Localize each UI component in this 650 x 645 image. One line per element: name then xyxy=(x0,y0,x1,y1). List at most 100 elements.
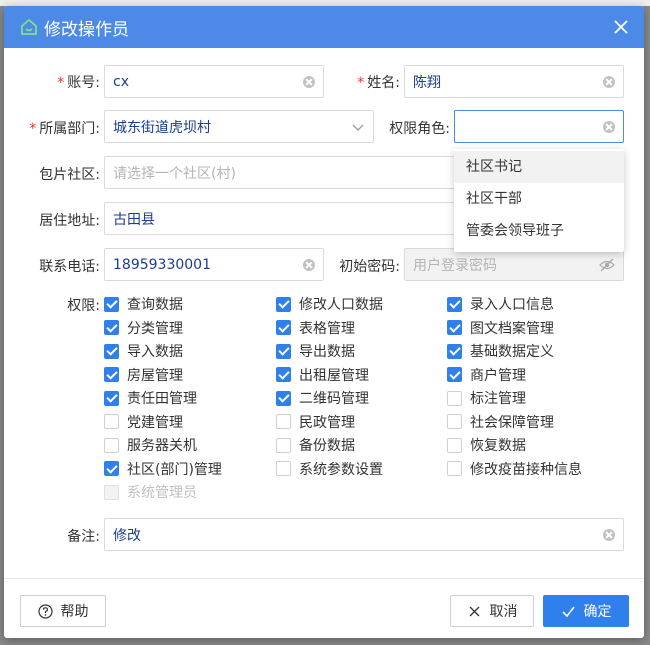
phone-field[interactable]: 18959330001 xyxy=(104,248,324,281)
community-select[interactable]: 请选择一个社区(村) xyxy=(104,156,474,189)
permission-label: 社区(部门)管理 xyxy=(127,461,222,478)
permission-checkbox[interactable]: 社会保障管理 xyxy=(447,412,554,432)
checkbox-checked-icon xyxy=(447,320,462,335)
role-select[interactable] xyxy=(454,110,624,143)
house-icon xyxy=(20,18,38,36)
checkbox-checked-icon xyxy=(104,343,119,359)
role-option[interactable]: 社区干部 xyxy=(454,183,624,215)
checkbox-empty-icon xyxy=(276,414,291,429)
permission-label: 二维码管理 xyxy=(299,391,369,407)
help-label: 帮助 xyxy=(60,604,89,620)
checkbox-checked-icon xyxy=(104,461,119,476)
permission-checkbox[interactable]: 修改疫苗接种信息 xyxy=(447,459,582,479)
permission-label: 系统参数设置 xyxy=(299,461,383,478)
permission-label: 房屋管理 xyxy=(127,367,183,384)
account-field[interactable]: cx xyxy=(104,65,324,98)
name-field[interactable]: 陈翔 xyxy=(404,65,624,98)
dialog-title: 修改操作员 xyxy=(44,19,129,40)
permission-label: 服务器关机 xyxy=(127,438,197,454)
permission-checkbox[interactable]: 出租屋管理 xyxy=(276,365,369,385)
cancel-button[interactable]: 取消 xyxy=(450,595,534,627)
password-label: 初始密码: xyxy=(339,259,400,275)
permission-label: 录入人口信息 xyxy=(470,297,554,313)
checkbox-checked-icon xyxy=(276,390,291,406)
confirm-button[interactable]: 确定 xyxy=(543,595,629,627)
checkbox-empty-icon xyxy=(447,390,462,406)
permission-label: 民政管理 xyxy=(299,414,355,431)
permission-checkbox[interactable]: 二维码管理 xyxy=(276,388,369,408)
permission-checkbox[interactable]: 恢复数据 xyxy=(447,435,526,455)
permission-label: 分类管理 xyxy=(127,320,183,337)
password-placeholder: 用户登录密码 xyxy=(413,257,497,274)
permission-checkbox[interactable]: 标注管理 xyxy=(447,388,526,408)
role-option[interactable]: 管委会领导班子 xyxy=(454,215,624,247)
permission-checkbox[interactable]: 备份数据 xyxy=(276,435,355,455)
checkbox-checked-icon xyxy=(104,296,119,312)
permission-label: 社会保障管理 xyxy=(470,414,554,431)
checkbox-empty-icon xyxy=(104,484,119,500)
clear-icon[interactable] xyxy=(603,528,615,541)
clear-icon[interactable] xyxy=(303,258,315,271)
address-field[interactable]: 古田县 xyxy=(104,202,474,235)
checkbox-checked-icon xyxy=(276,320,291,335)
permission-label: 系统管理员 xyxy=(127,485,197,501)
remark-field[interactable]: 修改 xyxy=(104,518,624,551)
permission-checkbox[interactable]: 修改人口数据 xyxy=(276,294,383,314)
clear-icon[interactable] xyxy=(603,120,615,133)
checkbox-checked-icon xyxy=(447,343,462,359)
password-field[interactable]: 用户登录密码 xyxy=(404,248,624,281)
address-label: 居住地址: xyxy=(39,213,100,229)
permission-label: 查询数据 xyxy=(127,297,183,313)
permission-checkbox[interactable]: 基础数据定义 xyxy=(447,341,554,361)
permission-checkbox[interactable]: 分类管理 xyxy=(104,318,183,338)
permission-label: 恢复数据 xyxy=(470,438,526,454)
permission-checkbox[interactable]: 系统参数设置 xyxy=(276,459,383,479)
permission-checkbox[interactable]: 查询数据 xyxy=(104,294,183,314)
eye-slash-icon[interactable] xyxy=(599,258,615,272)
checkbox-empty-icon xyxy=(104,414,119,429)
permission-checkbox[interactable]: 商户管理 xyxy=(447,365,526,385)
address-value: 古田县 xyxy=(113,211,155,228)
clear-icon[interactable] xyxy=(603,75,615,88)
role-option[interactable]: 社区书记 xyxy=(454,151,624,183)
checkbox-empty-icon xyxy=(447,461,462,476)
chevron-down-icon xyxy=(351,120,365,134)
check-icon xyxy=(561,604,576,619)
permissions-label: 权限: xyxy=(67,298,100,314)
community-placeholder: 请选择一个社区(村) xyxy=(113,165,236,182)
checkbox-checked-icon xyxy=(447,296,462,312)
permission-checkbox[interactable]: 图文档案管理 xyxy=(447,318,554,338)
checkbox-empty-icon xyxy=(276,437,291,453)
permission-checkbox[interactable]: 录入人口信息 xyxy=(447,294,554,314)
permission-label: 导入数据 xyxy=(127,344,183,360)
community-label: 包片社区: xyxy=(39,167,100,183)
permission-checkbox[interactable]: 党建管理 xyxy=(104,412,183,432)
clear-icon[interactable] xyxy=(303,75,315,88)
cancel-label: 取消 xyxy=(489,604,518,620)
checkbox-checked-icon xyxy=(104,367,119,382)
remark-label: 备注: xyxy=(67,529,100,545)
checkbox-checked-icon xyxy=(276,296,291,312)
dialog-title-bar: 修改操作员 xyxy=(4,6,644,48)
checkbox-checked-icon xyxy=(447,367,462,382)
role-label: 权限角色: xyxy=(389,121,450,137)
permission-checkbox[interactable]: 服务器关机 xyxy=(104,435,197,455)
permission-label: 表格管理 xyxy=(299,320,355,337)
permission-checkbox[interactable]: 民政管理 xyxy=(276,412,355,432)
permission-checkbox[interactable]: 表格管理 xyxy=(276,318,355,338)
account-value: cx xyxy=(113,73,129,90)
permission-label: 基础数据定义 xyxy=(470,344,554,360)
department-select[interactable]: 城东街道虎坝村 xyxy=(104,110,374,143)
permission-checkbox[interactable]: 房屋管理 xyxy=(104,365,183,385)
close-icon[interactable] xyxy=(612,18,630,36)
help-button[interactable]: 帮助 xyxy=(20,595,106,627)
checkbox-checked-icon xyxy=(104,390,119,406)
remark-value: 修改 xyxy=(113,527,141,544)
permission-checkbox[interactable]: 导入数据 xyxy=(104,341,183,361)
permission-checkbox[interactable]: 导出数据 xyxy=(276,341,355,361)
permission-checkbox[interactable]: 社区(部门)管理 xyxy=(104,459,222,479)
help-icon xyxy=(37,603,53,619)
department-label: * 所属部门: xyxy=(29,121,100,137)
permission-checkbox[interactable]: 责任田管理 xyxy=(104,388,197,408)
permission-label: 责任田管理 xyxy=(127,391,197,407)
